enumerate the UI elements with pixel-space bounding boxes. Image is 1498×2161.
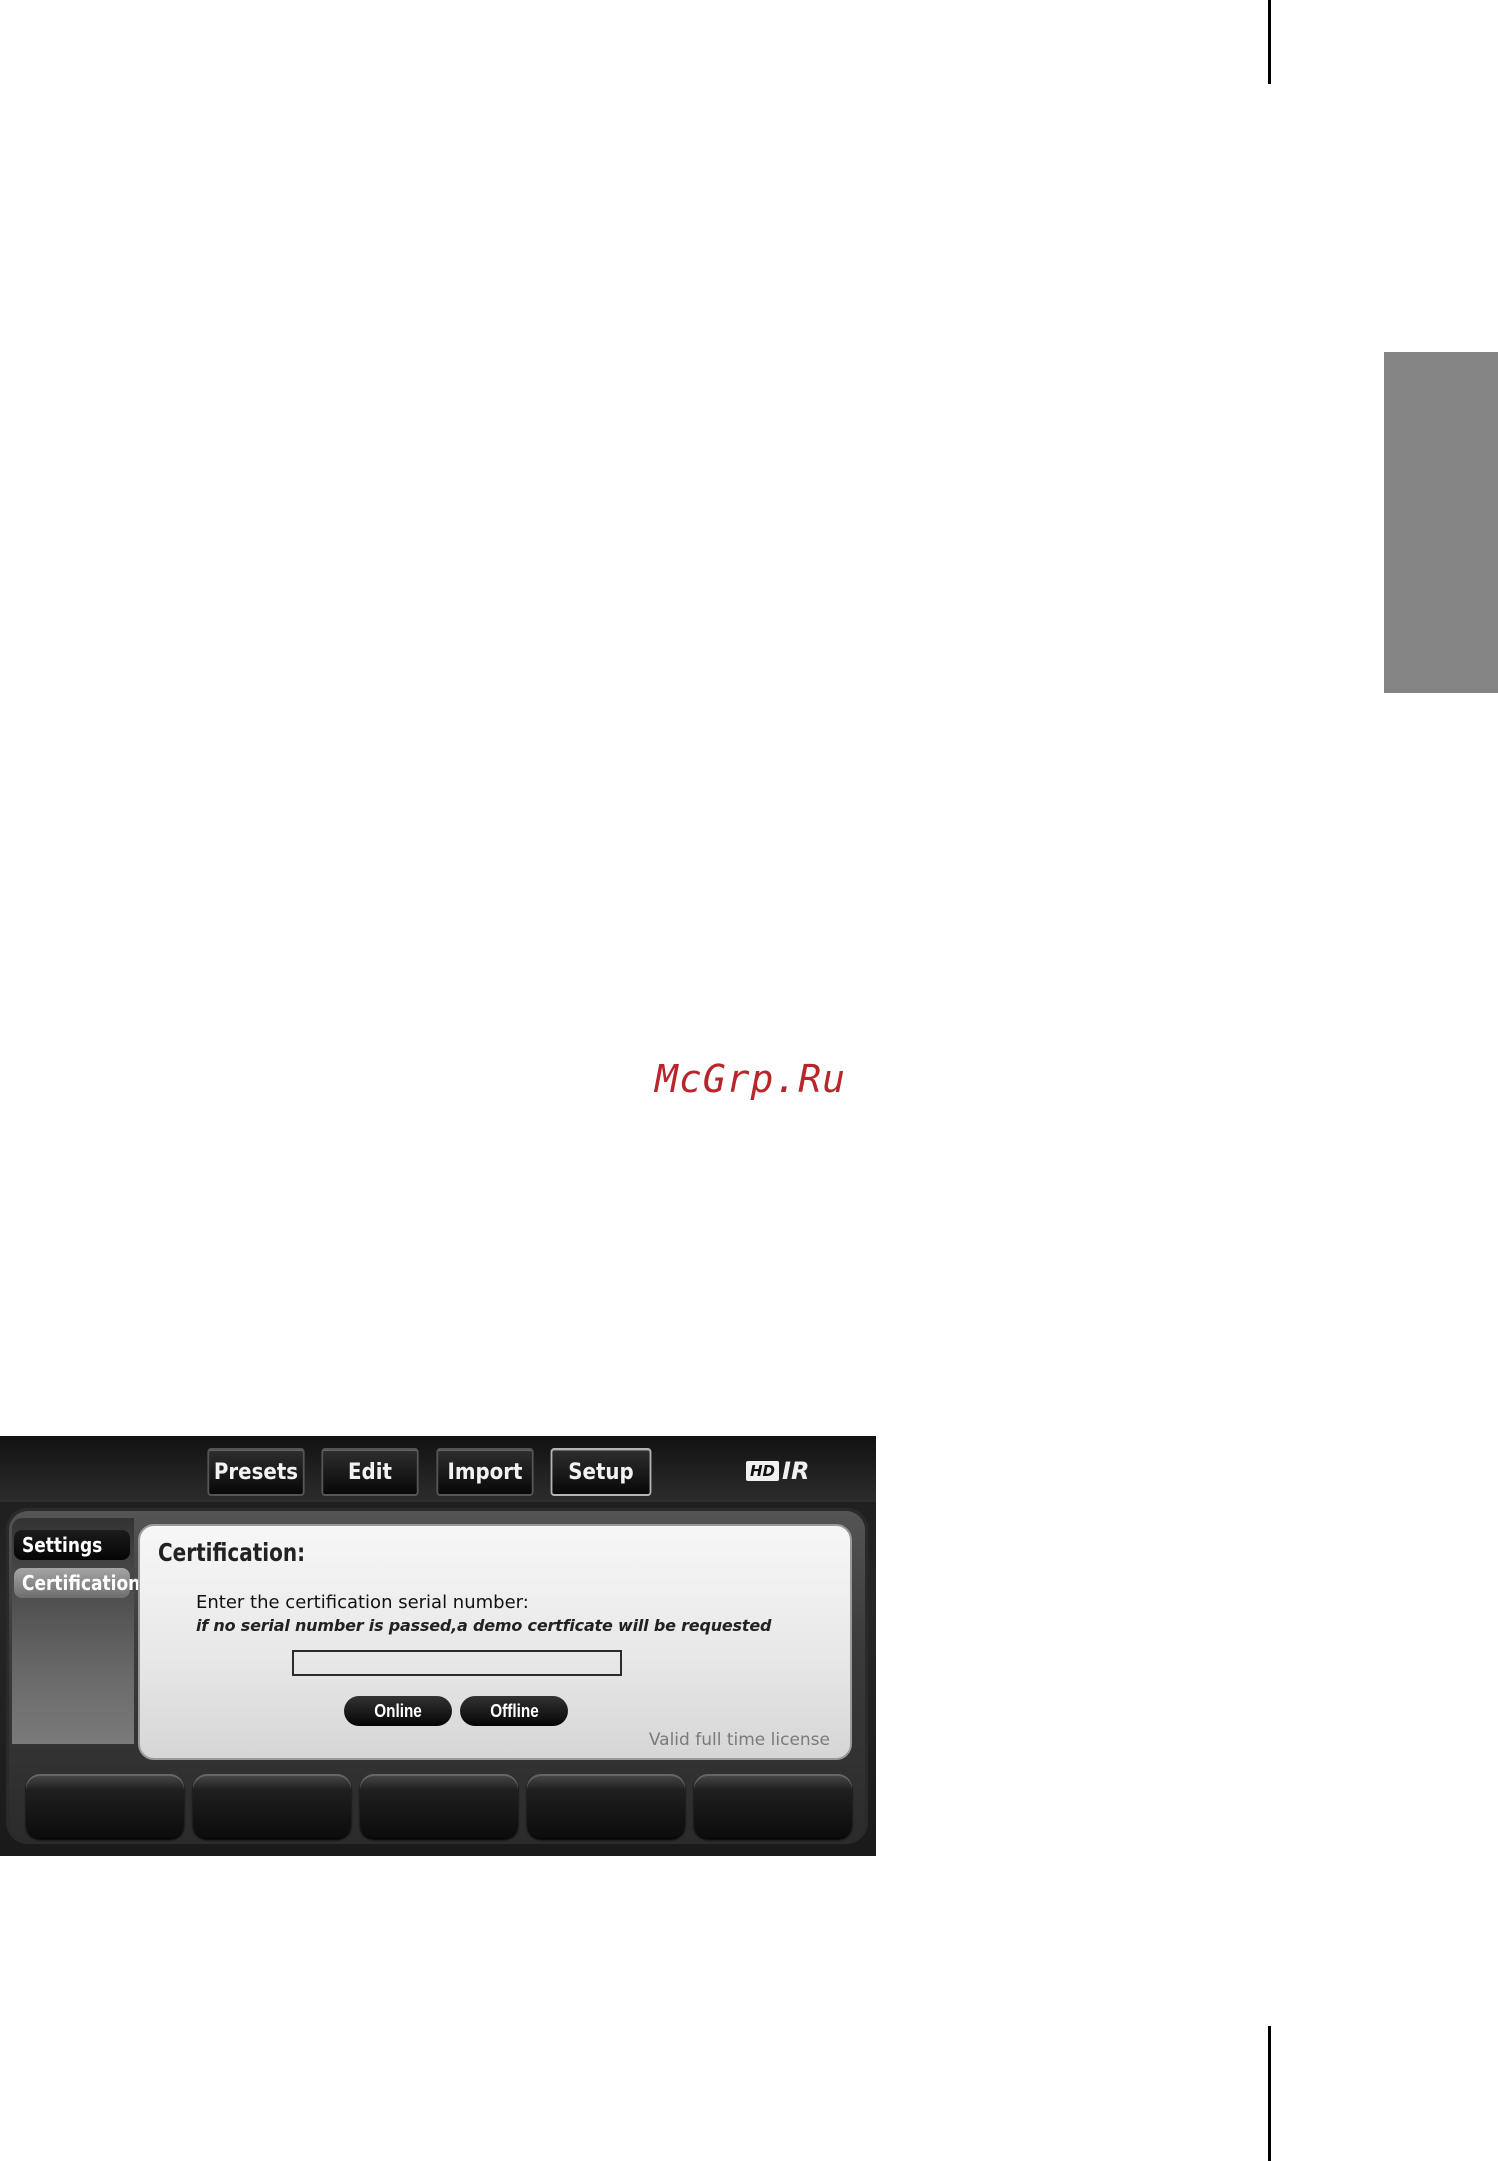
certification-panel: Certification: Enter the certification s… — [138, 1524, 852, 1760]
brand-ir: IR — [782, 1457, 810, 1485]
plugin-window: Presets Edit Import Setup HD IR Settings… — [0, 1436, 876, 1856]
tab-setup[interactable]: Setup — [550, 1448, 652, 1496]
crop-mark-bottom — [1268, 2026, 1271, 2161]
sidebar-item-certification[interactable]: Certification — [14, 1568, 140, 1598]
soft-button-2[interactable] — [193, 1774, 351, 1838]
brand-hd: HD — [746, 1461, 780, 1481]
offline-button[interactable]: Offline — [460, 1696, 568, 1726]
soft-button-3[interactable] — [360, 1774, 518, 1838]
online-button[interactable]: Online — [344, 1696, 452, 1726]
serial-hint: if no serial number is passed,a demo cer… — [196, 1616, 772, 1635]
offline-button-label: Offline — [489, 1700, 539, 1721]
sidebar-item-settings[interactable]: Settings — [14, 1530, 130, 1560]
soft-button-5[interactable] — [694, 1774, 852, 1838]
tab-presets[interactable]: Presets — [207, 1448, 305, 1496]
watermark: McGrp.Ru — [655, 1057, 847, 1101]
online-button-label: Online — [374, 1700, 422, 1721]
tab-edit[interactable]: Edit — [321, 1448, 419, 1496]
crop-mark-top — [1268, 0, 1271, 84]
sidebar-item-label: Settings — [22, 1533, 103, 1557]
serial-number-input[interactable] — [292, 1650, 622, 1676]
top-nav-bar: Presets Edit Import Setup HD IR — [0, 1436, 876, 1502]
soft-button-1[interactable] — [26, 1774, 184, 1838]
sidebar-item-label: Certification — [22, 1571, 141, 1595]
soft-button-4[interactable] — [527, 1774, 685, 1838]
tab-import[interactable]: Import — [436, 1448, 534, 1496]
brand-logo: HD IR — [746, 1457, 810, 1485]
serial-prompt: Enter the certification serial number: — [196, 1592, 529, 1613]
license-status: Valid full time license — [648, 1730, 830, 1750]
panel-title: Certification: — [158, 1538, 306, 1567]
page-side-tab — [1384, 352, 1498, 693]
